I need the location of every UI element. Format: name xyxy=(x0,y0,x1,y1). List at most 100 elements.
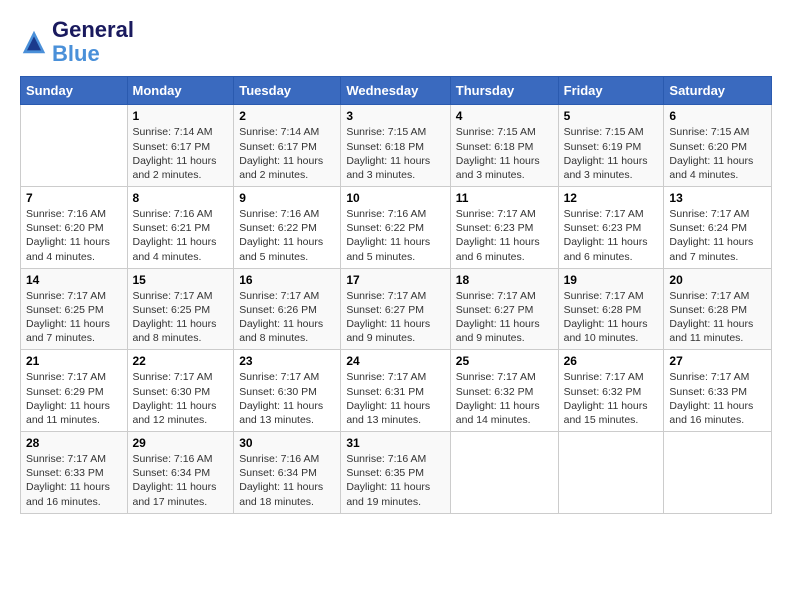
day-number: 27 xyxy=(669,354,766,368)
calendar-cell: 14 Sunrise: 7:17 AMSunset: 6:25 PMDayligh… xyxy=(21,268,128,350)
day-number: 11 xyxy=(456,191,553,205)
day-number: 28 xyxy=(26,436,122,450)
day-info: Sunrise: 7:15 AMSunset: 6:19 PMDaylight:… xyxy=(564,125,659,182)
column-header-wednesday: Wednesday xyxy=(341,77,450,105)
week-row-4: 21 Sunrise: 7:17 AMSunset: 6:29 PMDayligh… xyxy=(21,350,772,432)
calendar-cell: 18 Sunrise: 7:17 AMSunset: 6:27 PMDayligh… xyxy=(450,268,558,350)
week-row-3: 14 Sunrise: 7:17 AMSunset: 6:25 PMDayligh… xyxy=(21,268,772,350)
calendar-cell xyxy=(664,432,772,514)
calendar-cell: 26Sunrise: 7:17 AMSunset: 6:32 PMDayligh… xyxy=(558,350,664,432)
day-info: Sunrise: 7:15 AMSunset: 6:20 PMDaylight:… xyxy=(669,125,766,182)
day-number: 24 xyxy=(346,354,444,368)
calendar-cell: 23Sunrise: 7:17 AMSunset: 6:30 PMDayligh… xyxy=(234,350,341,432)
day-number: 30 xyxy=(239,436,335,450)
calendar-cell: 19 Sunrise: 7:17 AMSunset: 6:28 PMDayligh… xyxy=(558,268,664,350)
calendar-cell: 8Sunrise: 7:16 AMSunset: 6:21 PMDaylight… xyxy=(127,187,234,269)
day-number: 2 xyxy=(239,109,335,123)
calendar-cell: 25 Sunrise: 7:17 AMSunset: 6:32 PMDayligh… xyxy=(450,350,558,432)
calendar-cell: 28 Sunrise: 7:17 AMSunset: 6:33 PMDayligh… xyxy=(21,432,128,514)
day-number: 10 xyxy=(346,191,444,205)
calendar-cell: 21 Sunrise: 7:17 AMSunset: 6:29 PMDayligh… xyxy=(21,350,128,432)
day-info: Sunrise: 7:17 AMSunset: 6:28 PMDaylight:… xyxy=(669,289,766,346)
column-header-saturday: Saturday xyxy=(664,77,772,105)
calendar-cell: 16 Sunrise: 7:17 AMSunset: 6:26 PMDayligh… xyxy=(234,268,341,350)
header-row: SundayMondayTuesdayWednesdayThursdayFrid… xyxy=(21,77,772,105)
day-info: Sunrise: 7:17 AMSunset: 6:27 PMDaylight:… xyxy=(456,289,553,346)
calendar-table: SundayMondayTuesdayWednesdayThursdayFrid… xyxy=(20,76,772,513)
day-info: Sunrise: 7:17 AMSunset: 6:31 PMDaylight:… xyxy=(346,370,444,427)
calendar-cell: 6 Sunrise: 7:15 AMSunset: 6:20 PMDaylight… xyxy=(664,105,772,187)
calendar-cell: 31Sunrise: 7:16 AMSunset: 6:35 PMDayligh… xyxy=(341,432,450,514)
day-info: Sunrise: 7:16 AMSunset: 6:34 PMDaylight:… xyxy=(133,452,229,509)
column-header-monday: Monday xyxy=(127,77,234,105)
day-number: 9 xyxy=(239,191,335,205)
day-number: 6 xyxy=(669,109,766,123)
calendar-cell: 27 Sunrise: 7:17 AMSunset: 6:33 PMDayligh… xyxy=(664,350,772,432)
day-number: 3 xyxy=(346,109,444,123)
calendar-cell xyxy=(558,432,664,514)
day-info: Sunrise: 7:17 AMSunset: 6:30 PMDaylight:… xyxy=(133,370,229,427)
calendar-cell: 24 Sunrise: 7:17 AMSunset: 6:31 PMDayligh… xyxy=(341,350,450,432)
day-number: 7 xyxy=(26,191,122,205)
calendar-cell: 22 Sunrise: 7:17 AMSunset: 6:30 PMDayligh… xyxy=(127,350,234,432)
day-number: 1 xyxy=(133,109,229,123)
day-info: Sunrise: 7:17 AMSunset: 6:29 PMDaylight:… xyxy=(26,370,122,427)
day-number: 4 xyxy=(456,109,553,123)
day-info: Sunrise: 7:16 AMSunset: 6:34 PMDaylight:… xyxy=(239,452,335,509)
day-info: Sunrise: 7:17 AMSunset: 6:33 PMDaylight:… xyxy=(669,370,766,427)
week-row-1: 1 Sunrise: 7:14 AMSunset: 6:17 PMDaylight… xyxy=(21,105,772,187)
calendar-cell: 13Sunrise: 7:17 AMSunset: 6:24 PMDayligh… xyxy=(664,187,772,269)
day-info: Sunrise: 7:17 AMSunset: 6:25 PMDaylight:… xyxy=(26,289,122,346)
day-info: Sunrise: 7:16 AMSunset: 6:22 PMDaylight:… xyxy=(346,207,444,264)
week-row-2: 7 Sunrise: 7:16 AMSunset: 6:20 PMDaylight… xyxy=(21,187,772,269)
calendar-cell: 10 Sunrise: 7:16 AMSunset: 6:22 PMDayligh… xyxy=(341,187,450,269)
calendar-cell: 20 Sunrise: 7:17 AMSunset: 6:28 PMDayligh… xyxy=(664,268,772,350)
calendar-cell: 5 Sunrise: 7:15 AMSunset: 6:19 PMDaylight… xyxy=(558,105,664,187)
day-number: 12 xyxy=(564,191,659,205)
day-number: 20 xyxy=(669,273,766,287)
week-row-5: 28 Sunrise: 7:17 AMSunset: 6:33 PMDayligh… xyxy=(21,432,772,514)
day-info: Sunrise: 7:16 AMSunset: 6:21 PMDaylight:… xyxy=(133,207,229,264)
day-info: Sunrise: 7:14 AMSunset: 6:17 PMDaylight:… xyxy=(239,125,335,182)
day-info: Sunrise: 7:15 AMSunset: 6:18 PMDaylight:… xyxy=(346,125,444,182)
calendar-cell: 2 Sunrise: 7:14 AMSunset: 6:17 PMDaylight… xyxy=(234,105,341,187)
calendar-cell: 11Sunrise: 7:17 AMSunset: 6:23 PMDayligh… xyxy=(450,187,558,269)
day-number: 18 xyxy=(456,273,553,287)
day-number: 5 xyxy=(564,109,659,123)
day-info: Sunrise: 7:17 AMSunset: 6:32 PMDaylight:… xyxy=(456,370,553,427)
calendar-cell: 7 Sunrise: 7:16 AMSunset: 6:20 PMDaylight… xyxy=(21,187,128,269)
day-info: Sunrise: 7:17 AMSunset: 6:25 PMDaylight:… xyxy=(133,289,229,346)
column-header-thursday: Thursday xyxy=(450,77,558,105)
day-number: 26 xyxy=(564,354,659,368)
day-number: 19 xyxy=(564,273,659,287)
day-number: 21 xyxy=(26,354,122,368)
calendar-cell: 30 Sunrise: 7:16 AMSunset: 6:34 PMDayligh… xyxy=(234,432,341,514)
day-info: Sunrise: 7:17 AMSunset: 6:26 PMDaylight:… xyxy=(239,289,335,346)
calendar-cell xyxy=(21,105,128,187)
logo-icon xyxy=(20,28,48,56)
calendar-cell: 29 Sunrise: 7:16 AMSunset: 6:34 PMDayligh… xyxy=(127,432,234,514)
calendar-cell: 4Sunrise: 7:15 AMSunset: 6:18 PMDaylight… xyxy=(450,105,558,187)
day-info: Sunrise: 7:17 AMSunset: 6:30 PMDaylight:… xyxy=(239,370,335,427)
day-number: 16 xyxy=(239,273,335,287)
logo-text: General Blue xyxy=(52,18,134,66)
day-number: 22 xyxy=(133,354,229,368)
day-number: 13 xyxy=(669,191,766,205)
day-info: Sunrise: 7:16 AMSunset: 6:20 PMDaylight:… xyxy=(26,207,122,264)
day-number: 29 xyxy=(133,436,229,450)
day-info: Sunrise: 7:17 AMSunset: 6:28 PMDaylight:… xyxy=(564,289,659,346)
day-number: 15 xyxy=(133,273,229,287)
day-info: Sunrise: 7:14 AMSunset: 6:17 PMDaylight:… xyxy=(133,125,229,182)
logo: General Blue xyxy=(20,18,134,66)
calendar-cell: 17 Sunrise: 7:17 AMSunset: 6:27 PMDayligh… xyxy=(341,268,450,350)
calendar-cell: 9 Sunrise: 7:16 AMSunset: 6:22 PMDaylight… xyxy=(234,187,341,269)
day-number: 14 xyxy=(26,273,122,287)
day-number: 25 xyxy=(456,354,553,368)
day-info: Sunrise: 7:17 AMSunset: 6:33 PMDaylight:… xyxy=(26,452,122,509)
page: General Blue SundayMondayTuesdayWednesda… xyxy=(0,0,792,612)
day-info: Sunrise: 7:16 AMSunset: 6:22 PMDaylight:… xyxy=(239,207,335,264)
header: General Blue xyxy=(20,18,772,66)
day-number: 17 xyxy=(346,273,444,287)
day-info: Sunrise: 7:17 AMSunset: 6:27 PMDaylight:… xyxy=(346,289,444,346)
column-header-friday: Friday xyxy=(558,77,664,105)
